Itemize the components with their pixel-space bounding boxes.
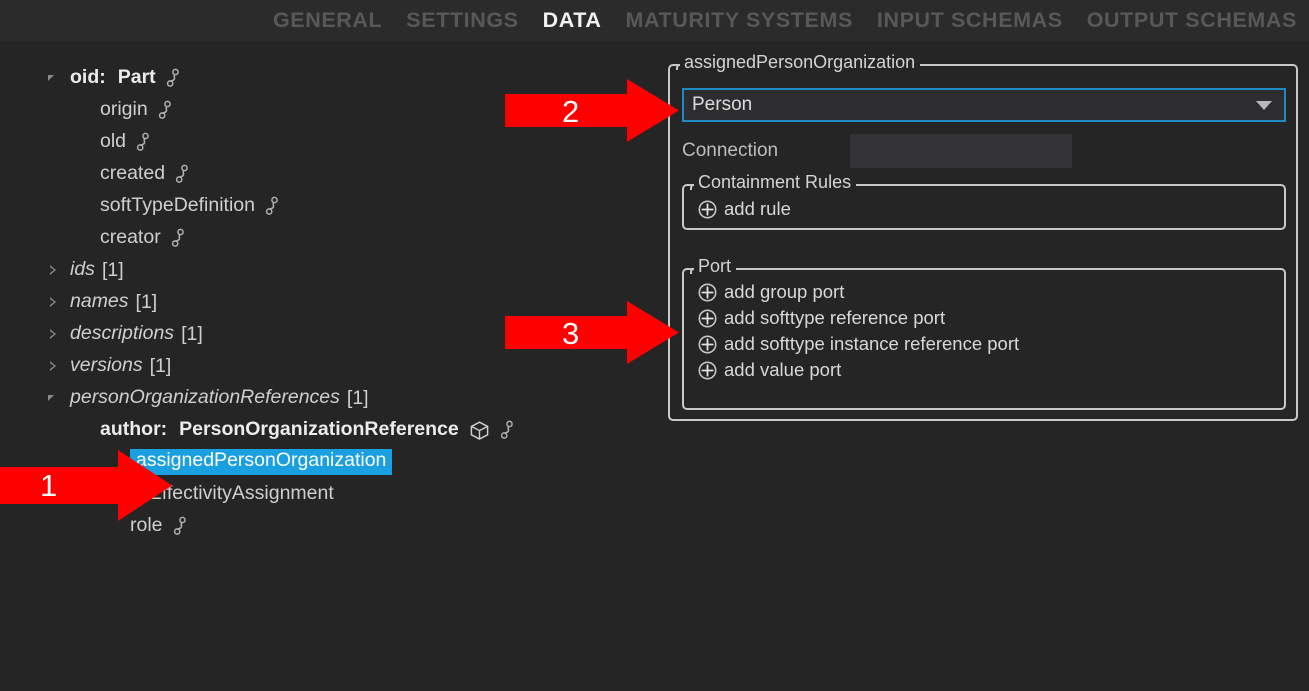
tree-node[interactable]: datedEffectivityAssignment <box>0 478 660 510</box>
tab-data[interactable]: DATA <box>531 0 614 41</box>
port-action-label: add softtype instance reference port <box>724 335 1019 354</box>
details-panel: assignedPersonOrganization Person Connec… <box>668 64 1298 421</box>
tab-input-schemas[interactable]: INPUT SCHEMAS <box>865 0 1075 41</box>
tree-node-count: [1] <box>102 259 124 282</box>
tree-node[interactable]: creator <box>0 222 660 254</box>
tree-node-label: versions <box>70 356 143 376</box>
tree-node-label: author: <box>100 420 167 440</box>
tab-output-schemas[interactable]: OUTPUT SCHEMAS <box>1075 0 1309 41</box>
plus-circle-icon <box>698 335 717 354</box>
tab-bar: GENERALSETTINGSDATAMATURITY SYSTEMSINPUT… <box>0 0 1309 41</box>
cube-icon <box>469 420 490 441</box>
tree-node[interactable]: author: PersonOrganizationReference <box>0 414 660 446</box>
port-action-label: add softtype reference port <box>724 309 945 328</box>
data-tree: oid: Part origin old created softTypeDefiniti… <box>0 41 660 691</box>
port-group: Port add group portadd softtype referenc… <box>682 268 1286 410</box>
tree-node[interactable]: origin <box>0 94 660 126</box>
tree-node-label: names <box>70 292 129 312</box>
connection-input[interactable] <box>850 134 1072 168</box>
tree-expander-spacer <box>76 102 92 118</box>
tree-expander-spacer <box>106 454 122 470</box>
chevron-down-icon <box>1256 101 1272 110</box>
tree-node-label: origin <box>100 100 148 120</box>
link-chain-icon <box>174 164 190 184</box>
tree-node[interactable]: versions [1] <box>0 350 660 382</box>
tree-node[interactable]: created <box>0 158 660 190</box>
tree-node-label: oid: <box>70 68 106 88</box>
tree-node[interactable]: oid: Part <box>0 62 660 94</box>
tree-node-type: PersonOrganizationReference <box>179 420 459 440</box>
tree-node[interactable]: descriptions [1] <box>0 318 660 350</box>
type-combobox[interactable]: Person <box>682 88 1286 122</box>
tab-maturity-systems[interactable]: MATURITY SYSTEMS <box>614 0 865 41</box>
link-chain-icon <box>165 68 181 88</box>
port-action-add-group-port[interactable]: add group port <box>684 279 1284 305</box>
link-chain-icon <box>170 228 186 248</box>
plus-circle-icon <box>698 361 717 380</box>
tree-node[interactable]: names [1] <box>0 286 660 318</box>
tree-node[interactable]: ids [1] <box>0 254 660 286</box>
tree-node-count: [1] <box>181 323 203 346</box>
tree-expander-collapsed-icon[interactable] <box>46 294 62 310</box>
port-action-label: add group port <box>724 283 844 302</box>
port-action-add-value-port[interactable]: add value port <box>684 357 1284 383</box>
tree-node-count: [1] <box>136 291 158 314</box>
tree-node-selected[interactable]: assignedPersonOrganization <box>0 446 660 478</box>
tree-node-type: Part <box>118 68 156 88</box>
tree-expander-spacer <box>76 230 92 246</box>
tree-node-label: personOrganizationReferences <box>70 388 340 408</box>
tree-node-label: old <box>100 132 126 152</box>
tree-node-label: ids <box>70 260 95 280</box>
tree-node[interactable]: role <box>0 510 660 542</box>
connection-row: Connection <box>682 134 1286 168</box>
port-group-title: Port <box>694 257 736 275</box>
tab-general[interactable]: GENERAL <box>261 0 394 41</box>
tree-expander-collapsed-icon[interactable] <box>46 358 62 374</box>
tree-expander-spacer <box>76 198 92 214</box>
link-chain-icon <box>135 132 151 152</box>
tree-expander-expanded-icon[interactable] <box>46 70 62 86</box>
assigned-person-organization-group: assignedPersonOrganization Person Connec… <box>668 64 1298 421</box>
add-rule-action[interactable]: add rule <box>684 196 1284 222</box>
port-action-label: add value port <box>724 361 841 380</box>
link-chain-icon <box>157 100 173 120</box>
tree-node-count: [1] <box>347 387 369 410</box>
link-chain-icon <box>264 196 280 216</box>
tree-expander-spacer <box>76 134 92 150</box>
tab-settings[interactable]: SETTINGS <box>394 0 530 41</box>
connection-label: Connection <box>682 140 850 162</box>
tree-node-label: assignedPersonOrganization <box>130 449 392 475</box>
tree-expander-collapsed-icon[interactable] <box>46 262 62 278</box>
containment-rules-group-title: Containment Rules <box>694 173 856 191</box>
tree-node-label: role <box>130 516 163 536</box>
add-rule-action-label: add rule <box>724 200 791 219</box>
link-chain-icon <box>499 420 515 440</box>
tree-expander-spacer <box>76 166 92 182</box>
plus-circle-icon <box>698 283 717 302</box>
tree-expander-spacer <box>106 518 122 534</box>
plus-circle-icon <box>698 200 717 219</box>
tree-node-label: created <box>100 164 165 184</box>
tree-expander-collapsed-icon[interactable] <box>76 486 92 502</box>
tree-expander-expanded-icon[interactable] <box>46 390 62 406</box>
tree-expander-spacer <box>76 422 92 438</box>
link-chain-icon <box>172 516 188 536</box>
tree-node-count: [1] <box>150 355 172 378</box>
tree-node-label: creator <box>100 228 161 248</box>
tree-node-label: descriptions <box>70 324 174 344</box>
port-action-add-softtype-reference-port[interactable]: add softtype reference port <box>684 305 1284 331</box>
tree-node[interactable]: old <box>0 126 660 158</box>
tree-node-label: datedEffectivityAssignment <box>100 484 334 504</box>
plus-circle-icon <box>698 309 717 328</box>
port-action-add-softtype-instance-reference-port[interactable]: add softtype instance reference port <box>684 331 1284 357</box>
port-actions: add group port add softtype reference por… <box>684 270 1284 383</box>
containment-rules-group: Containment Rules add rule <box>682 184 1286 230</box>
assigned-person-organization-group-title: assignedPersonOrganization <box>680 53 920 71</box>
tree-node-label: softTypeDefinition <box>100 196 255 216</box>
type-combobox-value: Person <box>692 94 1256 116</box>
tree-expander-collapsed-icon[interactable] <box>46 326 62 342</box>
tree-node[interactable]: softTypeDefinition <box>0 190 660 222</box>
tree-node[interactable]: personOrganizationReferences [1] <box>0 382 660 414</box>
